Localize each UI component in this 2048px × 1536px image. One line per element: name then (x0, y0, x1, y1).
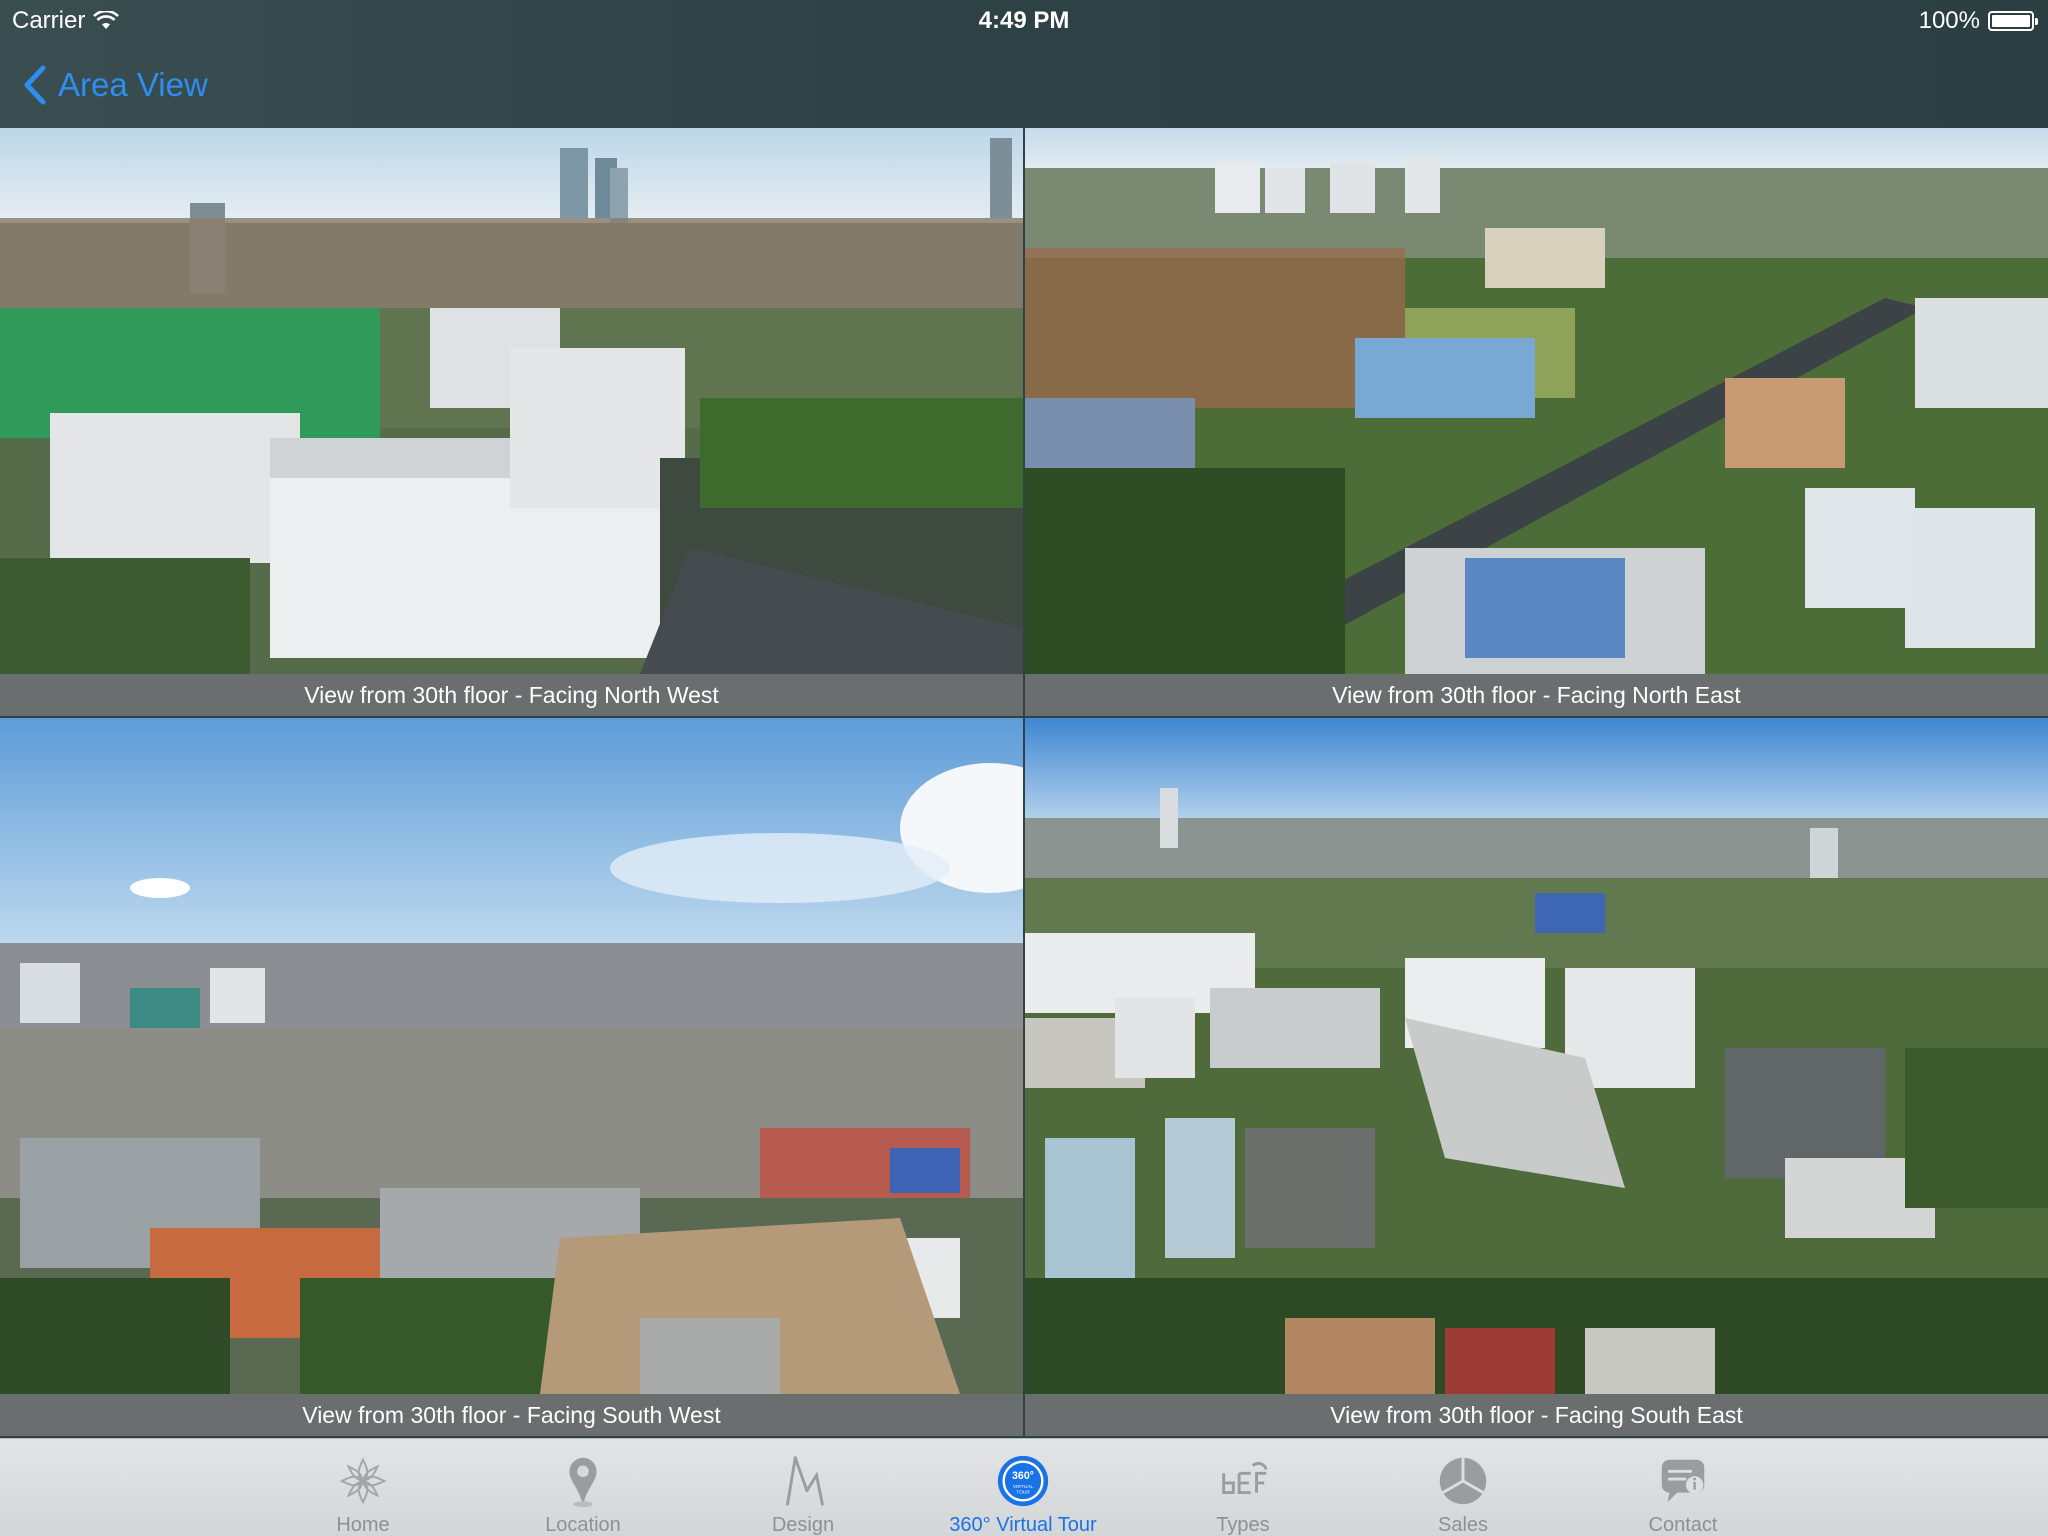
chat-info-icon (1651, 1449, 1715, 1512)
area-view-grid: View from 30th floor - Facing North West (0, 128, 2048, 1438)
status-bar: Carrier 4:49 PM 100% (0, 0, 2048, 40)
svg-text:VIRTUAL: VIRTUAL (1013, 1483, 1034, 1489)
compass-drawing-icon (771, 1449, 835, 1512)
view-caption-north-west: View from 30th floor - Facing North West (0, 674, 1023, 716)
view-caption-north-east: View from 30th floor - Facing North East (1025, 674, 2048, 716)
tab-design[interactable]: Design (693, 1439, 913, 1536)
back-button[interactable]: Area View (22, 62, 208, 108)
status-time: 4:49 PM (978, 7, 1070, 34)
flower-logo-icon (331, 1449, 395, 1512)
battery-icon (1988, 11, 2038, 31)
tab-label-contact: Contact (1648, 1514, 1718, 1536)
svg-text:TOUR: TOUR (1016, 1489, 1030, 1495)
aerial-photo-south-west (0, 718, 1023, 1394)
svg-text:360°: 360° (1012, 1470, 1034, 1482)
tab-location[interactable]: Location (473, 1439, 693, 1536)
tab-label-360-virtual-tour: 360° Virtual Tour (949, 1514, 1097, 1536)
tab-360-virtual-tour[interactable]: 360° VIRTUAL TOUR 360° Virtual Tour (913, 1439, 1133, 1536)
floorplan-types-icon (1211, 1449, 1275, 1512)
map-pin-icon (551, 1449, 615, 1512)
view-caption-south-west: View from 30th floor - Facing South West (0, 1394, 1023, 1436)
tab-label-design: Design (771, 1514, 835, 1536)
pie-chart-icon (1431, 1449, 1495, 1512)
tab-label-home: Home (336, 1514, 390, 1536)
view-caption-south-east: View from 30th floor - Facing South East (1025, 1394, 2048, 1436)
tab-types[interactable]: Types (1133, 1439, 1353, 1536)
tab-label-types: Types (1216, 1514, 1270, 1536)
back-label: Area View (58, 66, 208, 103)
battery-percent: 100% (1918, 7, 1980, 34)
aerial-photo-south-east (1025, 718, 2048, 1394)
aerial-photo-north-west (0, 128, 1023, 674)
tab-sales[interactable]: Sales (1353, 1439, 1573, 1536)
aerial-photo-north-east (1025, 128, 2048, 674)
battery-indicator: 100% (1918, 7, 2038, 35)
tab-contact[interactable]: Contact (1573, 1439, 1793, 1536)
tab-bar: Home Location Design 360° VIRTUAL TOUR 3… (0, 1438, 2048, 1536)
tab-label-location: Location (545, 1514, 621, 1536)
chevron-left-icon (24, 65, 46, 105)
top-bar: Carrier 4:49 PM 100% Area View (0, 0, 2048, 128)
tab-home[interactable]: Home (253, 1439, 473, 1536)
tab-label-sales: Sales (1437, 1514, 1489, 1536)
360-virtual-tour-icon: 360° VIRTUAL TOUR (991, 1449, 1055, 1512)
